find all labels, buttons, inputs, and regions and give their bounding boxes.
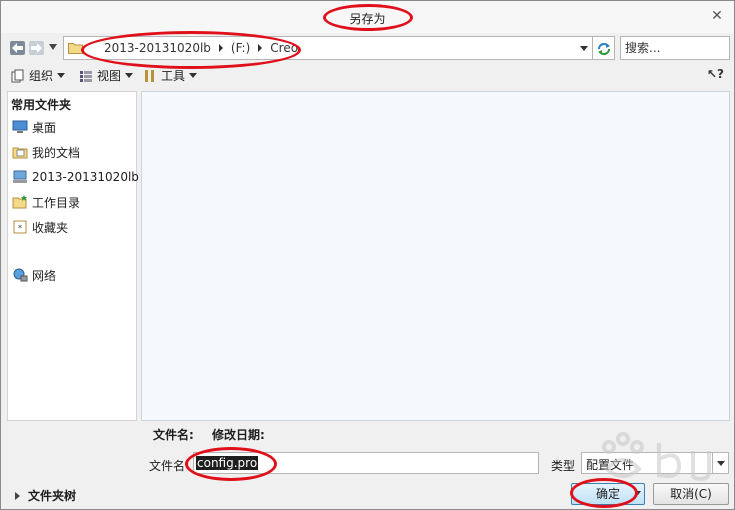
network-icon	[13, 268, 28, 282]
file-type-value: 配置文件	[586, 458, 635, 472]
view-label: 视图	[97, 69, 122, 83]
ok-button[interactable]: 确定	[571, 483, 645, 505]
organize-menu-button[interactable]: 组织	[11, 67, 66, 84]
organize-icon	[11, 69, 24, 82]
sidebar-item-label: 桌面	[32, 120, 57, 135]
filename-label: 文件名	[149, 459, 186, 473]
file-type-select[interactable]: 配置文件	[581, 452, 729, 474]
address-dropdown-icon[interactable]	[580, 46, 588, 51]
dialog-footer: 文件夹树 确定 取消(C)	[1, 481, 734, 509]
navigation-row: 2013-20131020lb (F:) Creo	[1, 33, 734, 63]
sidebar-item-working-directory[interactable]: 工作目录	[12, 193, 80, 211]
close-icon[interactable]: ✕	[710, 9, 724, 23]
arrow-left-icon	[12, 43, 23, 53]
chevron-down-icon	[125, 73, 134, 78]
breadcrumb-separator-icon[interactable]	[218, 44, 223, 52]
forward-button[interactable]	[29, 41, 44, 55]
title-bar: 另存为 ✕	[1, 1, 734, 33]
ok-dropdown-icon[interactable]	[635, 491, 641, 495]
context-help-icon[interactable]: ↖?	[707, 67, 724, 81]
view-menu-button[interactable]: 视图	[79, 67, 134, 84]
toolbar: 组织 视图 工具 ↖?	[1, 63, 734, 87]
folder-tree-label: 文件夹树	[28, 489, 77, 503]
back-button[interactable]	[10, 41, 25, 55]
breadcrumb-item[interactable]: 2013-20131020lb	[102, 41, 213, 55]
desktop-icon	[12, 120, 28, 133]
filename-value: config.pro	[196, 456, 259, 470]
save-as-dialog: 另存为 ✕ 2013-20131020lb (F:) Creo 搜索... 组织…	[0, 0, 735, 510]
documents-icon	[12, 147, 28, 159]
sidebar-item-label: 工作目录	[32, 195, 81, 210]
chevron-down-icon	[189, 73, 198, 78]
sidebar-item-label: 网络	[32, 268, 57, 283]
chevron-down-icon	[57, 73, 66, 78]
sidebar-item-computer[interactable]: 2013-20131020lb	[12, 168, 139, 186]
filename-column-header[interactable]: 文件名:	[153, 428, 194, 442]
sidebar-item-network[interactable]: 网络	[12, 266, 56, 284]
breadcrumb: 2013-20131020lb (F:) Creo	[102, 41, 300, 55]
file-list[interactable]	[141, 91, 730, 421]
refresh-icon	[598, 43, 610, 55]
save-options-pane: 文件名 config.pro 类型 配置文件	[141, 445, 734, 481]
address-bar[interactable]: 2013-20131020lb (F:) Creo	[63, 36, 593, 60]
breadcrumb-item[interactable]: Creo	[268, 41, 300, 55]
sidebar-item-desktop[interactable]: 桌面	[12, 118, 56, 136]
favorites-icon: *	[13, 220, 27, 234]
organize-label: 组织	[29, 69, 54, 83]
filename-input[interactable]: config.pro	[193, 452, 539, 474]
computer-icon	[13, 170, 27, 183]
file-details-header: 文件名: 修改日期:	[153, 426, 279, 443]
sidebar-item-documents[interactable]: 我的文档	[12, 143, 80, 161]
arrow-right-icon	[31, 43, 42, 53]
sidebar-item-label: 我的文档	[32, 145, 81, 160]
refresh-button[interactable]	[593, 36, 615, 60]
type-label: 类型	[551, 459, 576, 473]
breadcrumb-item[interactable]: (F:)	[229, 41, 252, 55]
work-folder-icon	[12, 195, 27, 209]
tools-menu-button[interactable]: 工具	[143, 67, 198, 84]
cancel-button[interactable]: 取消(C)	[653, 483, 729, 505]
sidebar-header: 常用文件夹	[11, 98, 72, 112]
chevron-down-icon[interactable]	[712, 453, 728, 473]
tools-label: 工具	[161, 69, 186, 83]
sidebar-item-label: 收藏夹	[32, 220, 69, 235]
search-input[interactable]	[620, 36, 730, 60]
sidebar-item-favorites[interactable]: * 收藏夹	[12, 218, 68, 236]
svg-text:*: *	[18, 224, 23, 234]
recent-locations-chevron-icon[interactable]	[49, 44, 57, 50]
view-icon	[80, 70, 92, 82]
tools-icon	[145, 69, 154, 82]
expand-triangle-icon	[15, 491, 20, 500]
folder-icon	[68, 43, 83, 54]
breadcrumb-separator-icon[interactable]	[258, 44, 263, 52]
modified-date-column-header[interactable]: 修改日期:	[212, 428, 265, 442]
sidebar: 常用文件夹 桌面 我的文档 2013-20131020lb 工作目录 * 收藏夹…	[7, 91, 139, 421]
window-title: 另存为	[349, 12, 386, 26]
sidebar-item-label: 2013-20131020lb	[32, 170, 139, 184]
folder-tree-toggle[interactable]: 文件夹树	[15, 487, 76, 504]
